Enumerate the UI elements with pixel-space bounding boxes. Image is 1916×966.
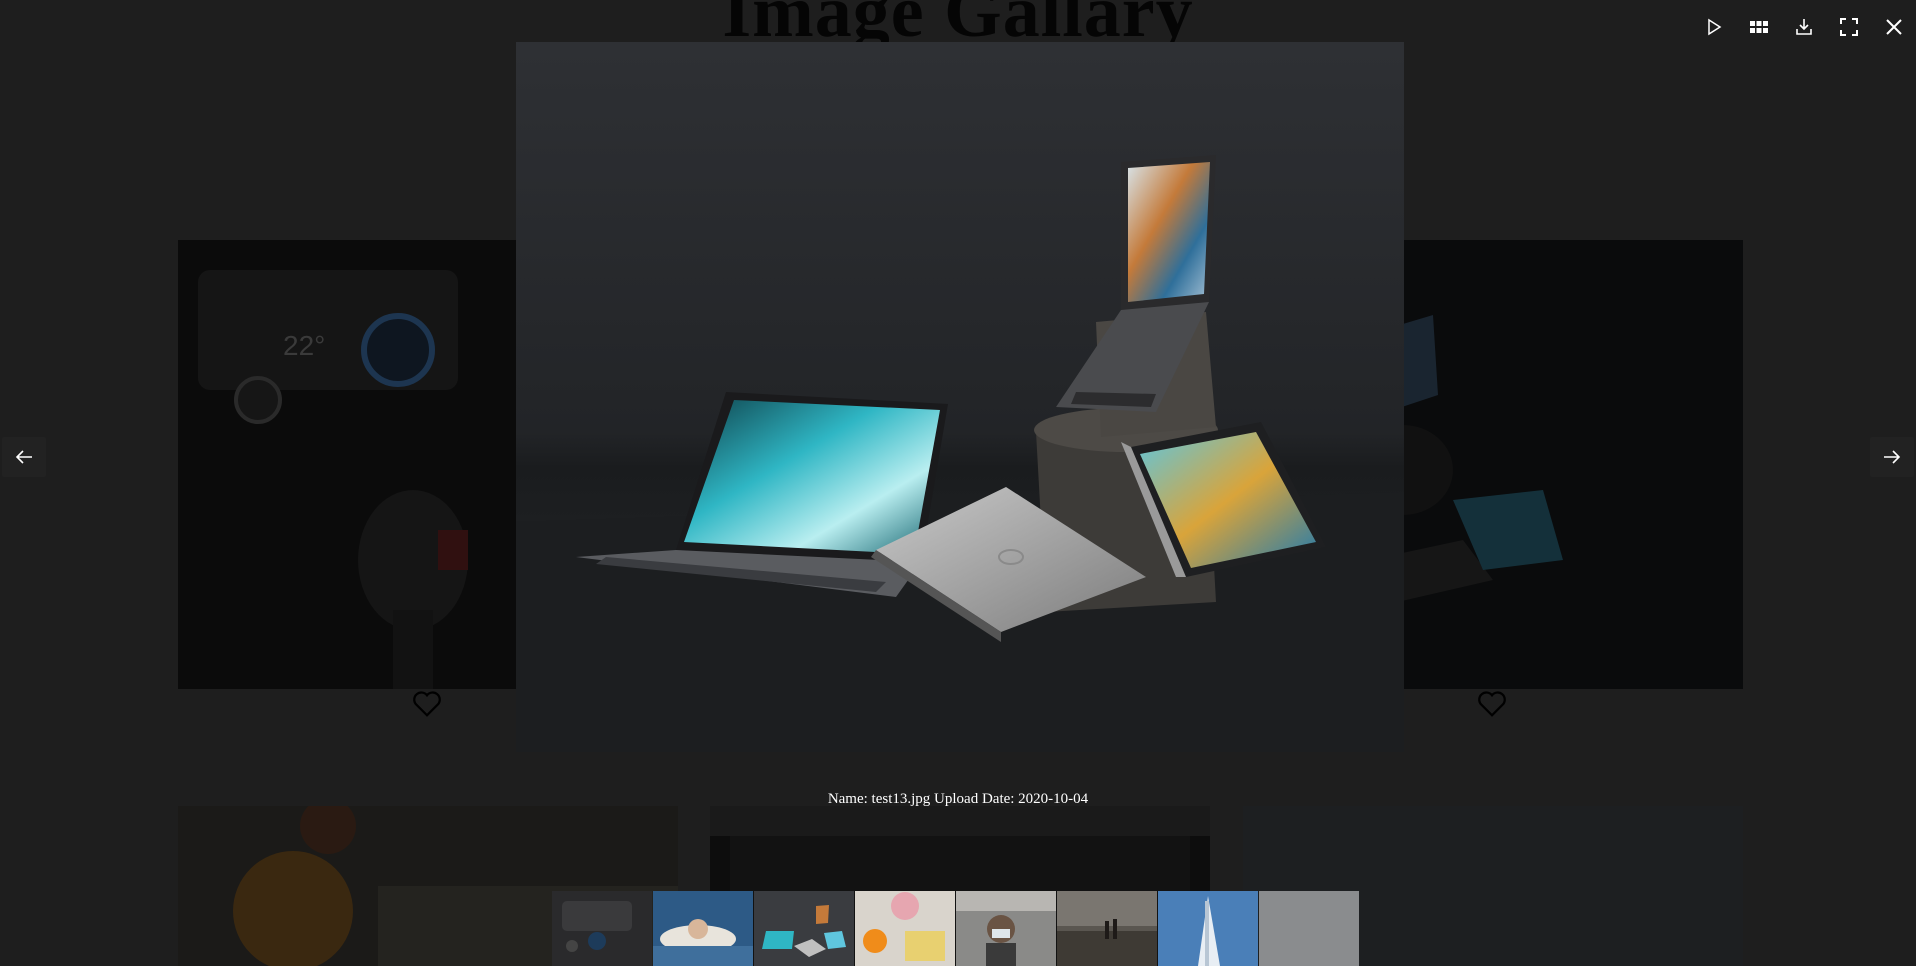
thumbnail-oranges-flowers[interactable]	[855, 891, 955, 966]
thumbnail-building-sky[interactable]	[1158, 891, 1258, 966]
thumbnails-button[interactable]	[1736, 8, 1781, 46]
thumbnail-strip	[552, 891, 1359, 966]
lightbox-viewer: Image Gallary 22° Name: test13.jpg Uploa…	[0, 0, 1916, 966]
like-heart-icon[interactable]	[412, 690, 442, 718]
arrow-right-icon	[1884, 450, 1901, 464]
previous-image-button[interactable]	[2, 437, 46, 477]
thumbnail-gray-plain[interactable]	[1259, 891, 1359, 966]
thumbnail-laptops[interactable]	[754, 891, 854, 966]
play-button[interactable]	[1691, 8, 1736, 46]
download-button[interactable]	[1781, 8, 1826, 46]
thumbnail-beach-people[interactable]	[1057, 891, 1157, 966]
svg-text:22°: 22°	[283, 330, 325, 361]
close-icon	[1885, 19, 1902, 35]
thumbnail-woman-hat[interactable]	[653, 891, 753, 966]
next-image-button[interactable]	[1870, 437, 1914, 477]
arrow-left-icon	[15, 450, 32, 464]
thumbnail-man-mask[interactable]	[956, 891, 1056, 966]
main-image-laptops	[516, 42, 1404, 752]
download-icon	[1795, 19, 1812, 35]
fullscreen-button[interactable]	[1826, 8, 1871, 46]
like-heart-icon[interactable]	[1477, 690, 1507, 718]
play-icon	[1707, 18, 1721, 36]
thumbnail-car-dashboard[interactable]	[552, 891, 652, 966]
close-button[interactable]	[1871, 8, 1916, 46]
image-caption: Name: test13.jpg Upload Date: 2020-10-04	[827, 791, 1089, 807]
grid-icon	[1749, 21, 1768, 33]
fullscreen-icon	[1839, 18, 1858, 36]
viewer-toolbar	[1691, 8, 1916, 46]
